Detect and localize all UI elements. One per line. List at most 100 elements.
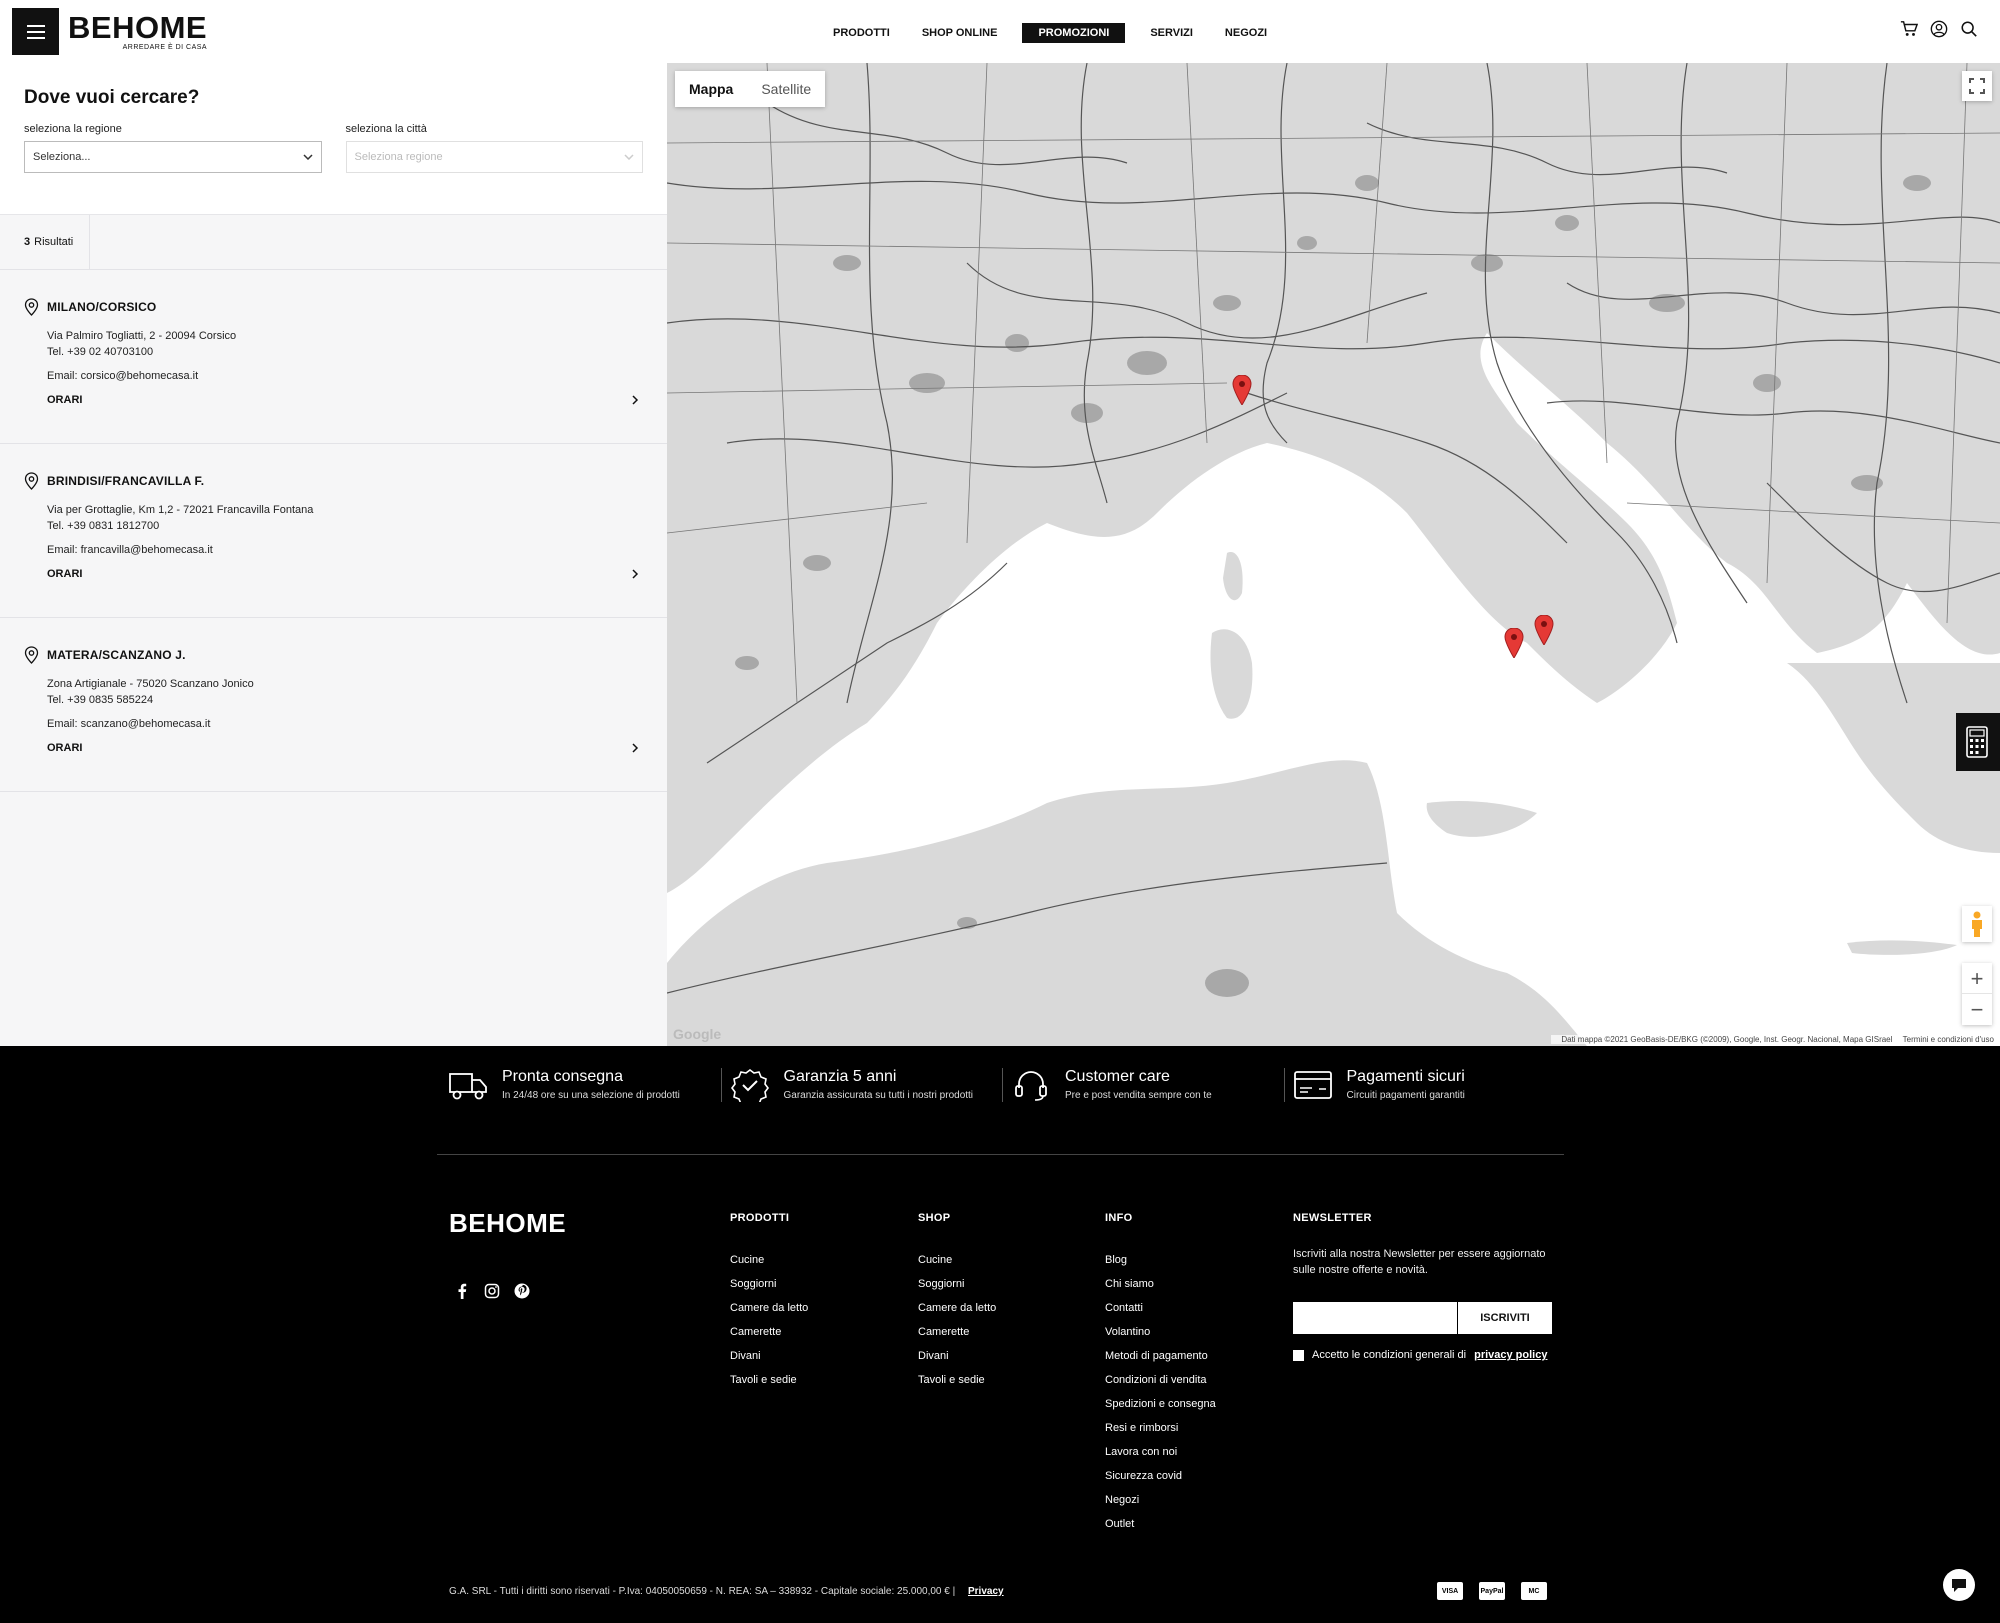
social-links (454, 1283, 530, 1299)
map-marker[interactable] (1232, 375, 1252, 405)
chat-button[interactable] (1943, 1569, 1975, 1601)
instagram-icon[interactable] (484, 1283, 500, 1299)
privacy-policy-link[interactable]: privacy policy (1474, 1349, 1547, 1361)
footer-link[interactable]: Sicurezza covid (1105, 1470, 1216, 1483)
store-hours-label: ORARI (47, 394, 83, 406)
store-hours-toggle[interactable]: ORARI (47, 568, 639, 580)
footer-link[interactable]: Cucine (730, 1254, 808, 1267)
site-logo[interactable]: BEHOME ARREDARE È DI CASA (68, 12, 207, 51)
footer-link[interactable]: Lavora con noi (1105, 1446, 1216, 1459)
feature-item: Pagamenti sicuri Circuiti pagamenti gara… (1285, 1068, 1566, 1102)
menu-bar (26, 24, 45, 27)
zoom-out-button[interactable]: − (1962, 994, 1992, 1025)
hamburger-menu-button[interactable] (12, 8, 59, 55)
privacy-link[interactable]: Privacy (968, 1586, 1004, 1597)
search-icon[interactable] (1960, 20, 1978, 38)
legal-text: G.A. SRL - Tutti i diritti sono riservat… (449, 1586, 956, 1597)
zoom-in-button[interactable]: + (1962, 963, 1992, 994)
map-terms-link[interactable]: Termini e condizioni d'uso (1903, 1035, 1994, 1044)
store-address: Zona Artigianale - 75020 Scanzano Jonico (47, 678, 254, 690)
store-item[interactable]: MILANO/CORSICO Via Palmiro Togliatti, 2 … (0, 270, 667, 444)
nav-prodotti[interactable]: PRODOTTI (826, 23, 897, 43)
store-name: BRINDISI/FRANCAVILLA F. (47, 474, 205, 488)
feature-subtitle: Pre e post vendita sempre con te (1065, 1090, 1212, 1101)
feature-subtitle: In 24/48 ore su una selezione di prodott… (502, 1090, 680, 1101)
feature-title: Garanzia 5 anni (783, 1068, 897, 1085)
footer-link[interactable]: Cucine (918, 1254, 996, 1267)
footer-link[interactable]: Camerette (918, 1326, 996, 1339)
feature-title: Pagamenti sicuri (1346, 1068, 1465, 1085)
footer-logo[interactable]: BEHOME (449, 1208, 566, 1239)
map-type-satellite-button[interactable]: Satellite (747, 71, 825, 107)
cart-icon[interactable] (1900, 20, 1918, 38)
map-type-control: Mappa Satellite (675, 71, 826, 107)
pegman-icon (1972, 911, 1982, 937)
city-filter: seleziona la città Seleziona regione (345, 123, 643, 173)
footer-link[interactable]: Volantino (1105, 1326, 1216, 1339)
footer-link[interactable]: Camere da letto (918, 1302, 996, 1315)
footer-link[interactable]: Tavoli e sedie (730, 1374, 808, 1387)
zoom-control: + − (1962, 963, 1992, 1025)
pinterest-icon[interactable] (514, 1283, 530, 1299)
nav-servizi[interactable]: SERVIZI (1143, 23, 1200, 43)
map-marker[interactable] (1504, 628, 1524, 658)
footer-link[interactable]: Divani (730, 1350, 808, 1363)
map-pin-icon (24, 472, 39, 490)
store-name: MILANO/CORSICO (47, 300, 157, 314)
chevron-down-icon (624, 154, 634, 160)
map-canvas[interactable] (667, 63, 2000, 1046)
store-phone: Tel. +39 0831 1812700 (47, 520, 160, 532)
consent-text: Accetto le condizioni generali di (1312, 1349, 1467, 1361)
calculator-widget-button[interactable] (1956, 713, 2000, 771)
logo-text: BEHOME (68, 10, 208, 45)
newsletter-subscribe-button[interactable]: ISCRIVITI (1457, 1302, 1552, 1334)
results-tab[interactable]: 3 Risultati (0, 214, 91, 270)
footer-link[interactable]: Negozi (1105, 1494, 1216, 1507)
footer-link[interactable]: Blog (1105, 1254, 1216, 1267)
map-marker[interactable] (1534, 615, 1554, 645)
google-logo: Google (673, 1026, 722, 1042)
city-select[interactable]: Seleziona regione (345, 141, 643, 173)
results-count: 3 (24, 236, 31, 248)
map-attribution-text: Dati mappa ©2021 GeoBasis-DE/BKG (©2009)… (1561, 1035, 1893, 1044)
region-select-value: Seleziona... (33, 151, 91, 163)
site-header: BEHOME ARREDARE È DI CASA PRODOTTI SHOP … (0, 0, 2000, 63)
footer-link[interactable]: Chi siamo (1105, 1278, 1216, 1291)
map-type-map-button[interactable]: Mappa (675, 71, 747, 107)
store-header: MATERA/SCANZANO J. (24, 646, 639, 664)
footer-link[interactable]: Camerette (730, 1326, 808, 1339)
main-nav: PRODOTTI SHOP ONLINE PROMOZIONI SERVIZI … (826, 23, 1274, 43)
calculator-icon (1966, 726, 1988, 758)
user-icon[interactable] (1930, 20, 1948, 38)
nav-promozioni[interactable]: PROMOZIONI (1022, 23, 1126, 43)
footer-link[interactable]: Metodi di pagamento (1105, 1350, 1216, 1363)
footer-link[interactable]: Soggiorni (730, 1278, 808, 1291)
footer-link[interactable]: Resi e rimborsi (1105, 1422, 1216, 1435)
store-hours-toggle[interactable]: ORARI (47, 742, 639, 754)
store-hours-toggle[interactable]: ORARI (47, 394, 639, 406)
footer-link[interactable]: Soggiorni (918, 1278, 996, 1291)
nav-shop-online[interactable]: SHOP ONLINE (915, 23, 1005, 43)
newsletter-title: NEWSLETTER (1293, 1212, 1372, 1224)
newsletter-email-input[interactable] (1293, 1302, 1457, 1334)
footer-divider (437, 1154, 1564, 1155)
store-map[interactable]: Mappa Satellite + − Google Dati mappa ©2… (667, 63, 2000, 1046)
footer-link[interactable]: Contatti (1105, 1302, 1216, 1315)
facebook-icon[interactable] (454, 1283, 470, 1299)
footer-link[interactable]: Tavoli e sedie (918, 1374, 996, 1387)
footer-link[interactable]: Condizioni di vendita (1105, 1374, 1216, 1387)
footer-link[interactable]: Divani (918, 1350, 996, 1363)
footer-link[interactable]: Camere da letto (730, 1302, 808, 1315)
nav-negozi[interactable]: NEGOZI (1218, 23, 1274, 43)
region-select[interactable]: Seleziona... (24, 141, 322, 173)
menu-bar (26, 36, 45, 39)
consent-checkbox[interactable] (1293, 1349, 1304, 1361)
street-view-pegman[interactable] (1962, 906, 1992, 942)
store-item[interactable]: BRINDISI/FRANCAVILLA F. Via per Grottagl… (0, 444, 667, 618)
footer-link[interactable]: Spedizioni e consegna (1105, 1398, 1216, 1411)
store-item[interactable]: MATERA/SCANZANO J. Zona Artigianale - 75… (0, 618, 667, 792)
fullscreen-button[interactable] (1962, 71, 1992, 101)
store-address: Via Palmiro Togliatti, 2 - 20094 Corsico (47, 330, 237, 342)
footer-link[interactable]: Outlet (1105, 1518, 1216, 1531)
feature-title: Customer care (1065, 1068, 1170, 1085)
